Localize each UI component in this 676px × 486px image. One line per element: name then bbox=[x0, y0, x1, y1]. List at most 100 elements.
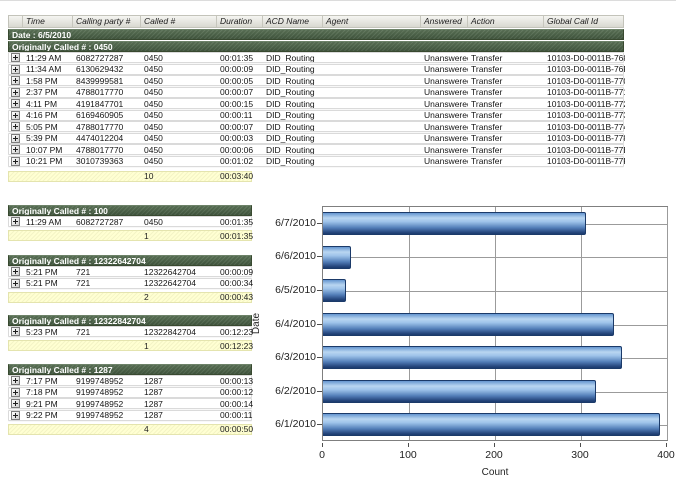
cell-calling: 6169460905 bbox=[73, 111, 141, 120]
originally-called-group-header[interactable]: Originally Called # : 12322842704 bbox=[8, 315, 252, 326]
table-row: 5:23 PM7211232284270400:12:23 bbox=[8, 326, 252, 337]
expand-plus-icon[interactable] bbox=[11, 327, 20, 336]
expand-plus-icon[interactable] bbox=[11, 399, 20, 408]
table-body: 7:17 PM9199748952128700:00:137:18 PM9199… bbox=[8, 375, 252, 421]
column-header-action[interactable]: Action bbox=[468, 16, 544, 27]
cell-called: 12322842704 bbox=[141, 327, 217, 336]
group-section: Originally Called # : 12322642704 5:21 P… bbox=[8, 254, 252, 303]
expand-plus-icon[interactable] bbox=[11, 76, 20, 85]
cell-calling: 3010739363 bbox=[73, 157, 141, 166]
expand-plus-icon[interactable] bbox=[11, 157, 20, 166]
calls-by-date-bar-chart: Date Count 6/7/20106/6/20106/5/20106/4/2… bbox=[250, 194, 676, 486]
summary-call-count: 10 bbox=[141, 172, 217, 181]
y-tick-label: 6/5/2010 bbox=[250, 284, 316, 296]
y-tick-mark bbox=[317, 223, 322, 224]
column-header-calling-party[interactable]: Calling party # bbox=[73, 16, 141, 27]
table-row: 10:07 PM4788017770045000:00:06DID_Routin… bbox=[8, 144, 624, 155]
expand-plus-icon[interactable] bbox=[11, 411, 20, 420]
expand-cell bbox=[9, 134, 23, 143]
cell-time: 7:18 PM bbox=[23, 388, 73, 397]
expand-plus-icon[interactable] bbox=[11, 279, 20, 288]
originally-called-group-header[interactable]: Originally Called # : 100 bbox=[8, 205, 252, 216]
cell-called: 0450 bbox=[141, 122, 217, 131]
column-header-global-call-id[interactable]: Global Call Id bbox=[544, 16, 625, 27]
cell-calling: 6082727287 bbox=[73, 217, 141, 226]
column-header-acd-name[interactable]: ACD Name bbox=[263, 16, 323, 27]
horizontal-gridline bbox=[323, 291, 667, 292]
cell-calling: 6130629432 bbox=[73, 65, 141, 74]
expand-plus-icon[interactable] bbox=[11, 111, 20, 120]
cell-called: 1287 bbox=[141, 388, 217, 397]
x-tick-label: 300 bbox=[560, 449, 600, 461]
cell-agent bbox=[323, 122, 421, 131]
expand-cell bbox=[9, 99, 23, 108]
expand-plus-icon[interactable] bbox=[11, 88, 20, 97]
expand-cell bbox=[9, 76, 23, 85]
expand-plus-icon[interactable] bbox=[11, 267, 20, 276]
expand-plus-icon[interactable] bbox=[11, 145, 20, 154]
chart-bar bbox=[323, 246, 351, 269]
originally-called-group-header[interactable]: Originally Called # : 12322642704 bbox=[8, 255, 252, 266]
column-header-time[interactable]: Time bbox=[23, 16, 73, 27]
cell-time: 4:16 PM bbox=[23, 111, 73, 120]
expand-plus-icon[interactable] bbox=[11, 99, 20, 108]
cell-answered: Unanswered bbox=[421, 122, 468, 131]
chart-bar bbox=[323, 380, 596, 403]
column-header-agent[interactable]: Agent bbox=[323, 16, 421, 27]
y-tick-label: 6/3/2010 bbox=[250, 351, 316, 363]
expand-cell bbox=[9, 122, 23, 131]
expand-plus-icon[interactable] bbox=[11, 388, 20, 397]
cell-acd: DID_Routing bbox=[263, 65, 323, 74]
y-tick-label: 6/7/2010 bbox=[250, 217, 316, 229]
cell-called: 0450 bbox=[141, 157, 217, 166]
column-header-duration[interactable]: Duration bbox=[217, 16, 263, 27]
cell-time: 10:21 PM bbox=[23, 157, 73, 166]
column-header-expand bbox=[9, 16, 23, 27]
cell-action: Transfer bbox=[468, 88, 544, 97]
expand-plus-icon[interactable] bbox=[11, 217, 20, 226]
cell-calling: 4788017770 bbox=[73, 88, 141, 97]
cell-action: Transfer bbox=[468, 122, 544, 131]
expand-plus-icon[interactable] bbox=[11, 65, 20, 74]
originally-called-group-header[interactable]: Originally Called # : 1287 bbox=[8, 364, 252, 375]
cell-answered: Unanswered bbox=[421, 99, 468, 108]
cell-action: Transfer bbox=[468, 111, 544, 120]
cell-calling: 721 bbox=[73, 279, 141, 288]
expand-cell bbox=[9, 157, 23, 166]
cell-global_id: 10103-D0-0011B-774 bbox=[544, 122, 625, 131]
cell-called: 12322642704 bbox=[141, 267, 217, 276]
expand-plus-icon[interactable] bbox=[11, 53, 20, 62]
table-row: 2:37 PM4788017770045000:00:07DID_Routing… bbox=[8, 87, 624, 98]
expand-plus-icon[interactable] bbox=[11, 376, 20, 385]
expand-plus-icon[interactable] bbox=[11, 134, 20, 143]
cell-action: Transfer bbox=[468, 53, 544, 62]
chart-bar bbox=[323, 346, 622, 369]
expand-cell bbox=[9, 111, 23, 120]
x-tick-mark bbox=[494, 443, 495, 447]
cell-time: 7:17 PM bbox=[23, 376, 73, 385]
originally-called-group-header[interactable]: Originally Called # : 0450 bbox=[8, 41, 624, 52]
summary-call-count: 2 bbox=[141, 293, 217, 302]
x-tick-mark bbox=[580, 443, 581, 447]
cell-duration: 00:00:07 bbox=[217, 122, 263, 131]
cell-called: 0450 bbox=[141, 217, 217, 226]
date-group-header[interactable]: Date : 6/5/2010 bbox=[8, 29, 624, 40]
column-header-answered[interactable]: Answered bbox=[421, 16, 468, 27]
column-header-called[interactable]: Called # bbox=[141, 16, 217, 27]
cell-duration: 00:00:12 bbox=[217, 388, 253, 397]
plot-area bbox=[322, 206, 668, 441]
expand-cell bbox=[9, 388, 23, 397]
cell-agent bbox=[323, 145, 421, 154]
expand-plus-icon[interactable] bbox=[11, 122, 20, 131]
table-row: 10:21 PM3010739363045000:01:02DID_Routin… bbox=[8, 156, 624, 167]
cell-answered: Unanswered bbox=[421, 88, 468, 97]
x-tick-label: 100 bbox=[388, 449, 428, 461]
cell-time: 9:22 PM bbox=[23, 411, 73, 420]
cell-duration: 00:00:14 bbox=[217, 399, 253, 408]
cell-global_id: 10103-D0-0011B-771 bbox=[544, 88, 625, 97]
cell-acd: DID_Routing bbox=[263, 145, 323, 154]
summary-call-count: 1 bbox=[141, 341, 217, 350]
group-section: Originally Called # : 100 11:29 AM608272… bbox=[8, 204, 252, 241]
table-row: 5:39 PM4474012204045000:00:03DID_Routing… bbox=[8, 133, 624, 144]
group-summary-row: 4 00:00:50 bbox=[8, 424, 252, 435]
